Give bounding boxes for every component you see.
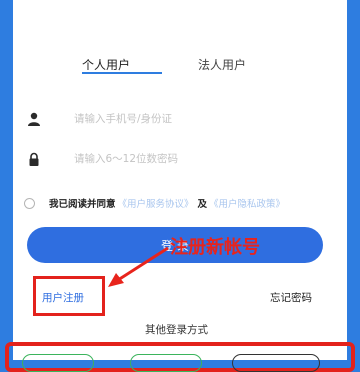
user-icon bbox=[28, 112, 40, 126]
forgot-password-link[interactable]: 忘记密码 bbox=[270, 290, 312, 305]
other-login-button-2[interactable] bbox=[130, 354, 202, 372]
tab-personal-user[interactable]: 个人用户 bbox=[82, 56, 130, 73]
privacy-policy-link[interactable]: 《用户隐私政策》 bbox=[209, 196, 285, 210]
tab-legal-user[interactable]: 法人用户 bbox=[198, 56, 246, 73]
other-login-button-1[interactable] bbox=[22, 354, 94, 372]
agreement-text: 我已阅读并同意 bbox=[49, 199, 116, 210]
annotation-label: 注册新帐号 bbox=[170, 237, 260, 258]
agreement-row: 我已阅读并同意 《用户服务协议》 及 《用户隐私政策》 bbox=[24, 196, 285, 210]
lock-icon bbox=[29, 152, 39, 166]
password-input[interactable] bbox=[74, 150, 304, 168]
agreement-checkbox[interactable] bbox=[24, 197, 35, 209]
agreement-and: 及 bbox=[197, 199, 208, 210]
phone-input[interactable] bbox=[74, 110, 304, 128]
service-agreement-link[interactable]: 《用户服务协议》 bbox=[118, 196, 194, 210]
other-login-title: 其他登录方式 bbox=[145, 324, 208, 336]
active-tab-indicator bbox=[82, 72, 162, 74]
other-login-button-3[interactable] bbox=[232, 354, 320, 372]
register-link[interactable]: 用户注册 bbox=[42, 290, 84, 305]
